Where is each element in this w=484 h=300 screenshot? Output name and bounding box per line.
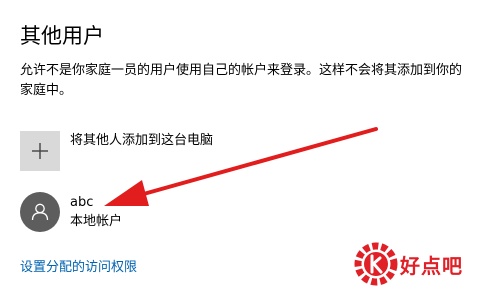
watermark-logo: 好点吧: [352, 234, 484, 300]
gear-logo-icon: [354, 242, 398, 286]
add-user-tile[interactable]: [20, 131, 60, 171]
person-icon: [31, 203, 49, 221]
user-account-type: 本地帐户: [70, 214, 123, 229]
plus-icon: [32, 143, 48, 159]
avatar: [20, 192, 60, 232]
assigned-access-link[interactable]: 设置分配的访问权限: [20, 258, 137, 278]
user-name: abc: [70, 195, 94, 210]
watermark-text: 好点吧: [400, 254, 463, 278]
page-title: 其他用户: [20, 24, 104, 49]
add-other-user-button[interactable]: 将其他人添加到这台电脑: [20, 131, 320, 171]
add-user-label: 将其他人添加到这台电脑: [70, 133, 214, 148]
user-item-abc[interactable]: abc 本地帐户: [20, 191, 220, 233]
page-description: 允许不是你家庭一员的用户使用自己的帐户来登录。这样不会将其添加到你的家庭中。: [20, 63, 463, 98]
